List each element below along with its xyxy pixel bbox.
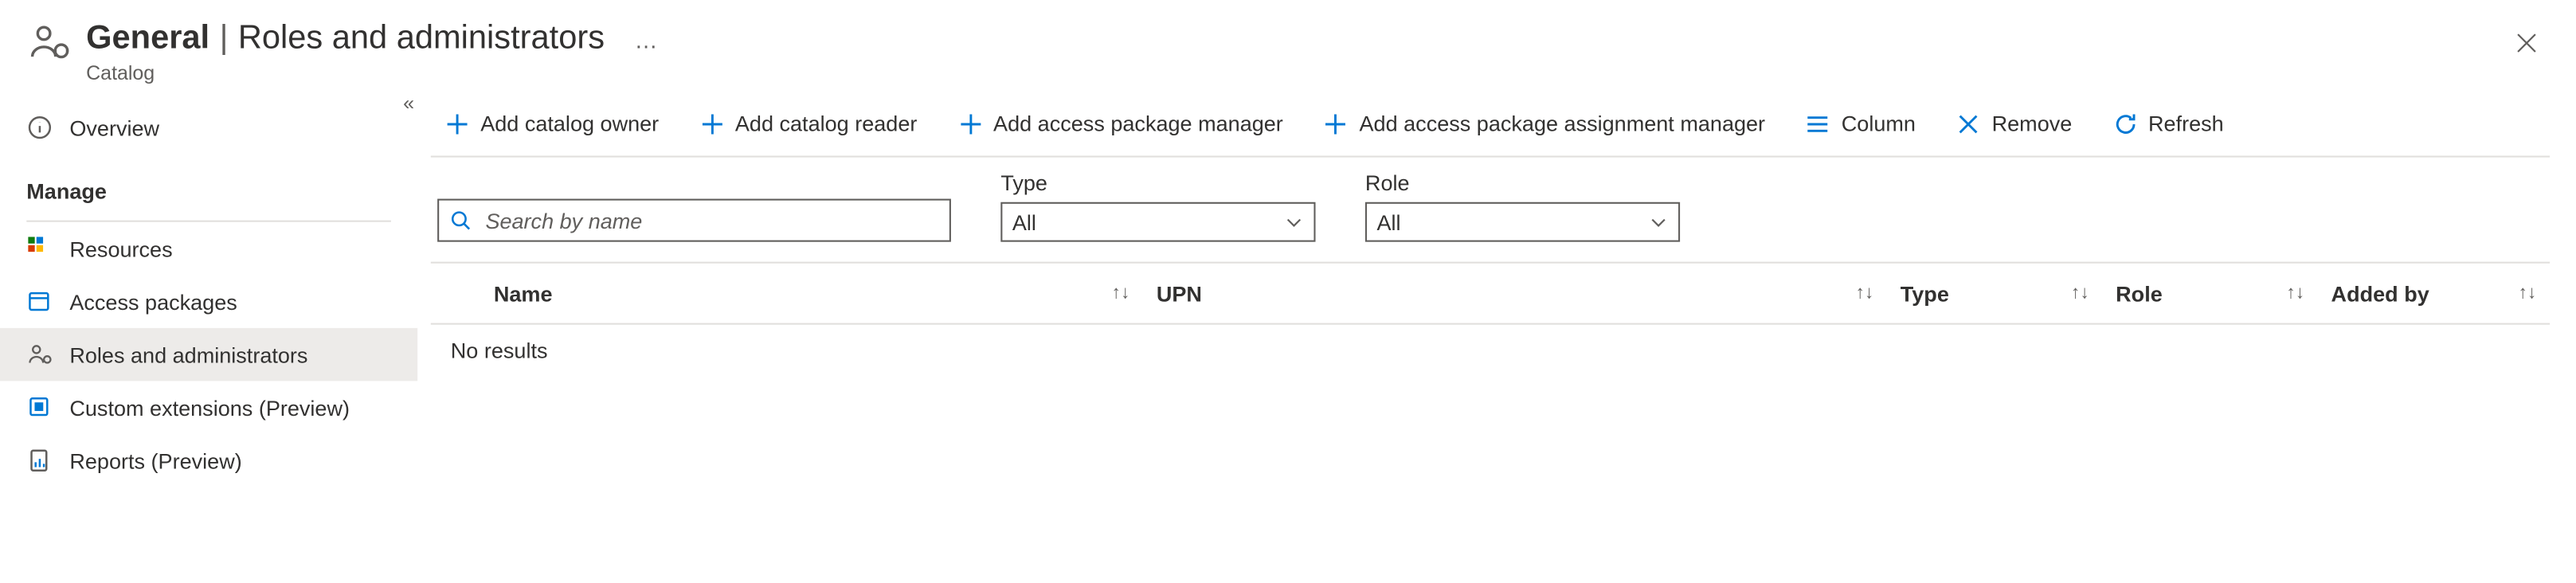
column-header-label: Added by [2331,281,2429,306]
columns-icon [1805,110,1831,136]
search-by-name-field[interactable] [437,199,951,242]
remove-x-icon [1955,110,1982,136]
chevron-down-icon [1649,212,1669,232]
sidebar-item-roles-administrators[interactable]: Roles and administrators [0,328,417,381]
people-gear-small-icon [26,341,53,367]
command-bar: Add catalog owner Add catalog reader Add… [431,91,2550,157]
sidebar-item-label: Resources [69,236,172,260]
refresh-button[interactable]: Refresh [2105,104,2230,143]
column-chooser-button[interactable]: Column [1799,104,1923,143]
close-blade-button[interactable] [2504,20,2550,66]
add-catalog-owner-button[interactable]: Add catalog owner [437,104,665,143]
sidebar-item-label: Custom extensions (Preview) [69,395,350,420]
sidebar-item-label: Overview [69,115,159,140]
search-input[interactable] [482,206,939,234]
cmd-label: Add access package manager [993,111,1283,135]
role-filter-label: Role [1365,170,1680,195]
package-icon [26,288,53,315]
column-header-type[interactable]: Type ↑↓ [1887,281,2102,306]
type-filter-value: All [1012,209,1036,234]
sort-icon: ↑↓ [2286,284,2304,303]
cmd-label: Remove [1992,111,2073,135]
sidebar-item-label: Reports (Preview) [69,448,241,473]
collapse-sidebar-button[interactable]: « [403,91,408,114]
sidebar-item-reports[interactable]: Reports (Preview) [0,434,417,487]
plus-icon [957,110,983,136]
extension-icon [26,394,53,421]
cmd-label: Refresh [2148,111,2224,135]
sort-icon: ↑↓ [1856,284,1874,303]
sidebar-item-resources[interactable]: Resources [0,222,417,276]
sidebar-item-label: Access packages [69,289,237,314]
remove-button[interactable]: Remove [1949,104,2079,143]
search-icon [449,209,472,232]
sidebar-item-label: Roles and administrators [69,342,307,367]
info-icon [26,115,53,141]
role-filter-select[interactable]: All [1365,202,1680,242]
plus-icon [699,110,725,136]
add-catalog-reader-button[interactable]: Add catalog reader [692,104,924,143]
plus-icon [1323,110,1349,136]
sidebar-item-access-packages[interactable]: Access packages [0,275,417,328]
report-icon [26,448,53,474]
add-access-package-manager-button[interactable]: Add access package manager [950,104,1290,143]
column-header-name[interactable]: Name ↑↓ [480,281,1143,306]
table-header-row: Name ↑↓ UPN ↑↓ Type ↑↓ Role ↑↓ [431,264,2550,323]
table-no-results: No results [431,325,2550,376]
sidebar-item-custom-extensions[interactable]: Custom extensions (Preview) [0,381,417,434]
sort-icon: ↑↓ [2519,284,2537,303]
type-filter-label: Type [1000,170,1315,195]
type-filter-select[interactable]: All [1000,202,1315,242]
page-title-secondary: Roles and administrators [238,20,605,58]
page-subtitle: Catalog [86,61,2504,84]
cmd-label: Add access package assignment manager [1360,111,1766,135]
sidebar-item-overview[interactable]: Overview [0,101,417,155]
column-header-label: Name [494,281,553,306]
column-header-role[interactable]: Role ↑↓ [2103,281,2318,306]
plus-icon [444,110,470,136]
page-title-separator: | [220,20,229,58]
page-title-main: General [86,20,209,58]
role-filter-value: All [1376,209,1400,234]
cmd-label: Add catalog owner [480,111,659,135]
refresh-icon [2112,110,2138,136]
apps-grid-icon [26,235,53,261]
cmd-label: Column [1842,111,1916,135]
chevron-down-icon [1284,212,1304,232]
more-menu-button[interactable]: … [634,26,657,53]
people-gear-icon [26,20,72,66]
sidebar-section-manage: Manage [0,164,417,217]
cmd-label: Add catalog reader [735,111,918,135]
sort-icon: ↑↓ [2071,284,2089,303]
add-access-package-assignment-manager-button[interactable]: Add access package assignment manager [1316,104,1771,143]
column-header-added-by[interactable]: Added by ↑↓ [2318,281,2550,306]
column-header-label: UPN [1157,281,1202,306]
sort-icon: ↑↓ [1112,284,1130,303]
column-header-label: Type [1901,281,1949,306]
column-header-label: Role [2116,281,2163,306]
column-header-upn[interactable]: UPN ↑↓ [1143,281,1887,306]
